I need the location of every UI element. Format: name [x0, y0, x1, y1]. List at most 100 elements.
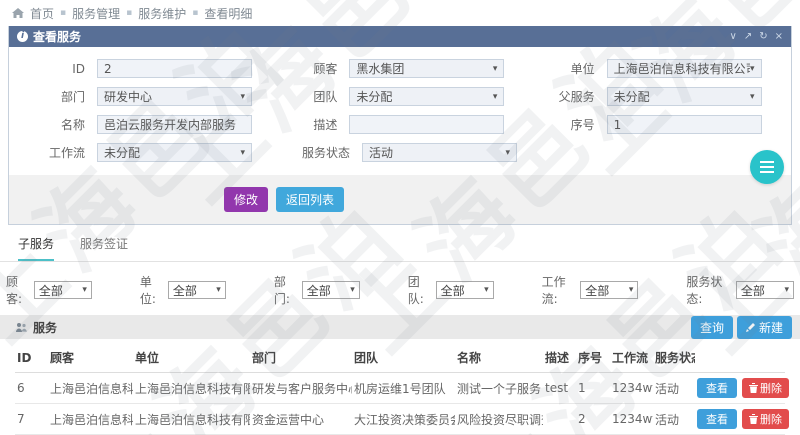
- create-button[interactable]: 新建: [737, 316, 792, 339]
- filter-label: 团队:: [408, 273, 433, 307]
- section-title-wrap: 服务: [16, 319, 57, 336]
- panel-body: ID 2 顾客 黑水集团▾ 单位 上海邑泊信息科技有限公司▾ 部门: [9, 47, 791, 224]
- breadcrumb-separator-icon: ▪: [60, 8, 66, 18]
- service-detail-form: ID 2 顾客 黑水集团▾ 单位 上海邑泊信息科技有限公司▾ 部门: [9, 47, 791, 175]
- field-value: 未分配: [104, 144, 140, 161]
- filter-label: 单位:: [140, 273, 165, 307]
- workflow-filter-select[interactable]: 全部▾: [580, 281, 638, 299]
- form-actions: 修改 返回列表: [9, 175, 791, 224]
- column-header: [695, 343, 785, 373]
- page: 上海邑泊 上海邑泊 上海邑泊 上海邑泊 上海邑泊 上海邑泊 上海邑泊 首页 ▪ …: [0, 0, 800, 435]
- section-buttons: 查询 新建: [691, 316, 792, 339]
- tab-service-visa[interactable]: 服务签证: [80, 235, 128, 261]
- customer-select[interactable]: 黑水集团▾: [349, 59, 504, 78]
- chevron-down-icon: ▾: [493, 64, 498, 74]
- table-cell: 6: [15, 373, 48, 404]
- home-icon: [12, 6, 24, 20]
- field-label: 描述: [271, 116, 349, 133]
- modify-button[interactable]: 修改: [224, 187, 268, 212]
- field-value: 2: [104, 62, 112, 76]
- chevron-down-icon: ▾: [505, 148, 510, 158]
- id-input[interactable]: 2: [97, 59, 252, 78]
- row-actions: 查看删除: [695, 373, 785, 404]
- breadcrumb-home[interactable]: 首页: [30, 5, 54, 22]
- close-icon[interactable]: ×: [775, 31, 783, 42]
- unit-select[interactable]: 上海邑泊信息科技有限公司▾: [607, 59, 762, 78]
- unit-filter-select[interactable]: 全部▾: [168, 281, 226, 299]
- parent-service-select[interactable]: 未分配 ▾: [607, 87, 762, 106]
- services-table: ID顾客单位部门团队名称描述序号工作流服务状态 6上海邑泊信息科技上海邑泊信息科…: [15, 343, 785, 435]
- team-filter-select[interactable]: 全部▾: [436, 281, 494, 299]
- table-cell: 上海邑泊信息科技: [48, 404, 133, 435]
- table-cell: 1: [576, 373, 610, 404]
- description-input[interactable]: [349, 115, 504, 134]
- breadcrumb-item-service-maint[interactable]: 服务维护: [138, 5, 186, 22]
- field-value: 1: [614, 118, 622, 132]
- field-label: 顾客: [271, 60, 349, 77]
- column-header: ID: [15, 343, 48, 373]
- filter-value: 全部: [307, 282, 331, 299]
- field-value: 活动: [369, 144, 393, 161]
- field-service-status: 服务状态 活动▾: [284, 143, 554, 162]
- field-value: 邑泊云服务开发内部服务: [104, 116, 236, 133]
- field-label: 父服务: [529, 88, 607, 105]
- query-label: 查询: [700, 319, 724, 336]
- chevron-down-icon: ▾: [750, 92, 755, 102]
- table-cell: 7: [15, 404, 48, 435]
- chevron-down-icon: ▾: [493, 92, 498, 102]
- name-input[interactable]: 邑泊云服务开发内部服务: [97, 115, 252, 134]
- column-header: 单位: [133, 343, 250, 373]
- table-cell: 上海邑泊信息科技有限公司: [133, 404, 250, 435]
- table-cell: [543, 404, 576, 435]
- table-cell: 1234wf: [610, 373, 653, 404]
- service-status-filter-select[interactable]: 全部 ▾: [736, 281, 794, 299]
- filter-value: 全部: [39, 282, 63, 299]
- delete-button[interactable]: 删除: [742, 409, 789, 429]
- delete-button[interactable]: 删除: [742, 378, 789, 398]
- refresh-icon[interactable]: ↻: [759, 31, 767, 42]
- info-icon: i: [17, 31, 28, 42]
- view-service-panel: i 查看服务 ∨ ↗ ↻ × ID 2 顾客 黑水集团▾: [8, 26, 792, 225]
- table-cell: 大江投资决策委员会: [352, 404, 455, 435]
- query-button[interactable]: 查询: [691, 316, 733, 339]
- chevron-down-icon: ▾: [750, 64, 755, 74]
- row-actions: 查看删除: [695, 404, 785, 435]
- service-status-select[interactable]: 活动 ▾: [362, 143, 517, 162]
- team-select[interactable]: 未分配▾: [349, 87, 504, 106]
- column-header: 名称: [455, 343, 543, 373]
- field-label: 工作流: [19, 144, 97, 161]
- workflow-select[interactable]: 未分配▾: [97, 143, 252, 162]
- tab-sub-services[interactable]: 子服务: [18, 235, 54, 261]
- customer-filter-select[interactable]: 全部▾: [34, 281, 92, 299]
- column-header: 服务状态: [653, 343, 695, 373]
- expand-icon[interactable]: ↗: [744, 31, 752, 42]
- sequence-input[interactable]: 1: [607, 115, 762, 134]
- view-button[interactable]: 查看: [697, 378, 737, 398]
- field-value: 研发中心: [104, 88, 152, 105]
- department-select[interactable]: 研发中心▾: [97, 87, 252, 106]
- panel-title: 查看服务: [33, 28, 81, 45]
- breadcrumb-item-service-mgmt[interactable]: 服务管理: [72, 5, 120, 22]
- field-description: 描述: [271, 115, 528, 134]
- table-body: 6上海邑泊信息科技上海邑泊信息科技有限公司研发与客户服务中心机房运维1号团队测试…: [15, 373, 785, 435]
- filter-value: 全部: [741, 282, 765, 299]
- view-button[interactable]: 查看: [697, 409, 737, 429]
- filter-department: 部门: 全部▾: [274, 273, 360, 307]
- back-to-list-button[interactable]: 返回列表: [276, 187, 344, 212]
- floating-menu-button[interactable]: [750, 150, 784, 184]
- department-filter-select[interactable]: 全部▾: [302, 281, 360, 299]
- collapse-icon[interactable]: ∨: [730, 31, 737, 42]
- table-cell: 上海邑泊信息科技有限公司: [133, 373, 250, 404]
- panel-header: i 查看服务 ∨ ↗ ↻ ×: [9, 26, 791, 47]
- field-value: 未分配: [614, 88, 650, 105]
- breadcrumb-item-view-detail[interactable]: 查看明细: [204, 5, 252, 22]
- section-title: 服务: [33, 319, 57, 336]
- panel-controls: ∨ ↗ ↻ ×: [730, 31, 784, 42]
- field-id: ID 2: [19, 59, 271, 78]
- panel-title-wrap: i 查看服务: [17, 28, 81, 45]
- field-sequence: 序号 1: [529, 115, 781, 134]
- field-label: 序号: [529, 116, 607, 133]
- field-label: 名称: [19, 116, 97, 133]
- chevron-down-icon: ▾: [784, 285, 789, 295]
- filter-workflow: 工作流: 全部▾: [542, 273, 639, 307]
